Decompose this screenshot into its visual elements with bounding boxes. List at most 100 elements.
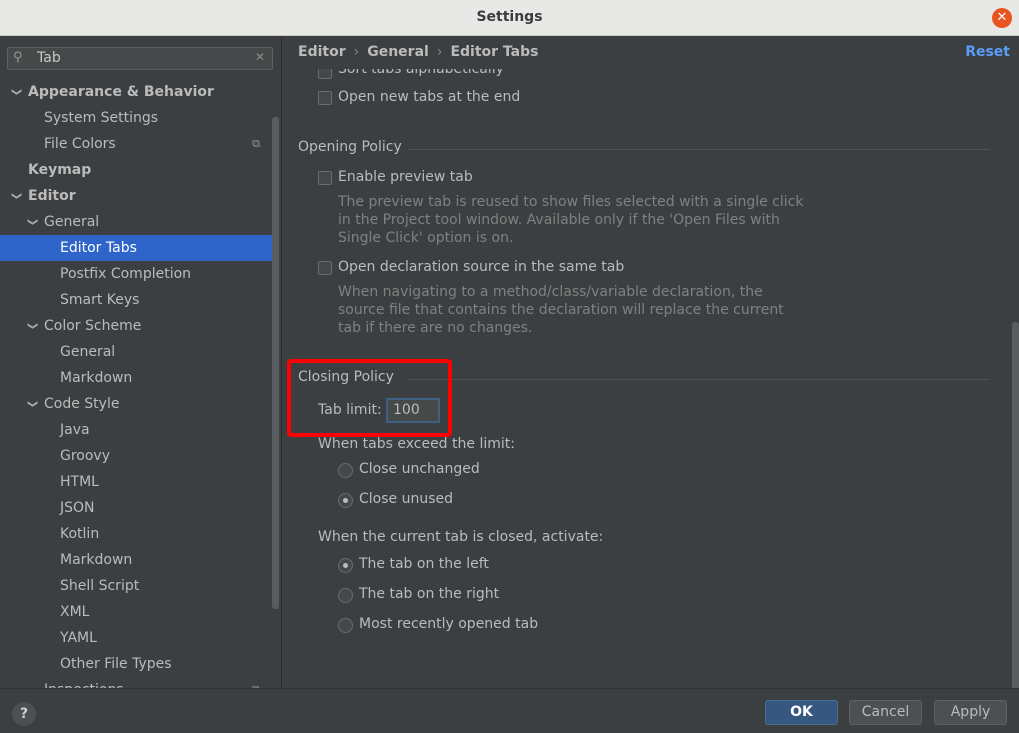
tree-item-smart-keys[interactable]: Smart Keys (0, 287, 272, 313)
activate-label: When the current tab is closed, activate… (318, 529, 604, 545)
tree-item-label: Editor Tabs (60, 240, 137, 256)
tree-item-other-file-types[interactable]: Other File Types (0, 651, 272, 677)
sidebar-scrollbar[interactable] (272, 117, 279, 609)
tree-item-groovy[interactable]: Groovy (0, 443, 272, 469)
enable-preview-tab-checkbox[interactable] (318, 171, 332, 185)
tree-item-label: Shell Script (60, 578, 140, 594)
tree-item-postfix-completion[interactable]: Postfix Completion (0, 261, 272, 287)
enable-preview-tab-label: Enable preview tab (338, 169, 473, 185)
tree-item-editor-tabs[interactable]: Editor Tabs (0, 235, 272, 261)
title-bar: Settings ✕ (0, 0, 1019, 36)
tree-item-code-style[interactable]: ❯ Code Style (0, 391, 272, 417)
tree-item-label: Appearance & Behavior (28, 84, 214, 100)
tree-item-label: XML (60, 604, 90, 620)
most-recent-tab-label: Most recently opened tab (359, 616, 539, 632)
chevron-down-icon[interactable]: ❯ (19, 400, 45, 408)
tree-item-appearance-behavior[interactable]: ❯ Appearance & Behavior (0, 79, 272, 105)
search-icon: ⚲ (13, 50, 23, 65)
breadcrumb-item[interactable]: Editor (298, 44, 346, 60)
tree-item-editor[interactable]: ❯ Editor (0, 183, 272, 209)
tree-item-label: Markdown (60, 370, 133, 386)
tree-item-color-scheme[interactable]: ❯ Color Scheme (0, 313, 272, 339)
closing-policy-highlight (287, 359, 452, 437)
tree-item-label: Java (60, 422, 90, 438)
tree-item-label: Inspections (44, 677, 124, 688)
tree-item-label: Smart Keys (60, 292, 140, 308)
chevron-down-icon[interactable]: ❯ (3, 192, 29, 200)
tree-item-label: Postfix Completion (60, 266, 192, 282)
tree-item-label: General (60, 344, 116, 360)
preview-tab-description: The preview tab is reused to show files … (338, 194, 804, 246)
cancel-button[interactable]: Cancel (849, 700, 922, 725)
breadcrumb-item[interactable]: General (367, 44, 429, 60)
close-unchanged-radio[interactable] (338, 463, 353, 478)
tree-item-xml[interactable]: XML (0, 599, 272, 625)
breadcrumb-separator: › (436, 44, 443, 60)
help-icon[interactable]: ? (12, 702, 36, 726)
tree-item-yaml[interactable]: YAML (0, 625, 272, 651)
sort-alphabetically-label: Sort tabs alphabetically (338, 69, 504, 77)
close-unused-radio[interactable] (338, 493, 353, 508)
clear-search-icon[interactable]: ✕ (255, 50, 265, 64)
opening-policy-divider (408, 149, 990, 150)
tree-item-label: Code Style (44, 396, 120, 412)
close-unused-label: Close unused (359, 491, 454, 507)
chevron-down-icon[interactable]: ❯ (3, 88, 29, 96)
exceed-limit-label: When tabs exceed the limit: (318, 436, 515, 452)
tree-item-java[interactable]: Java (0, 417, 272, 443)
opening-policy-title: Opening Policy (298, 139, 402, 155)
tab-on-left-label: The tab on the left (359, 556, 489, 572)
tree-item-kotlin[interactable]: Kotlin (0, 521, 272, 547)
chevron-down-icon[interactable]: ❯ (19, 322, 45, 330)
declaration-same-tab-checkbox[interactable] (318, 261, 332, 275)
copy-icon: ⧉ (252, 137, 260, 150)
tree-item-file-colors[interactable]: File Colors ⧉ (0, 131, 272, 157)
closing-policy-divider (408, 379, 990, 380)
tree-item-label: Other File Types (60, 656, 172, 672)
tab-on-right-label: The tab on the right (359, 586, 500, 602)
tree-item-label: Kotlin (60, 526, 100, 542)
tab-on-right-radio[interactable] (338, 588, 353, 603)
declaration-same-tab-label: Open declaration source in the same tab (338, 259, 625, 275)
tree-item-system-settings[interactable]: System Settings (0, 105, 272, 131)
tree-item-label: Editor (28, 188, 76, 204)
tree-item-general[interactable]: General (0, 339, 272, 365)
tree-item-label: System Settings (44, 110, 159, 126)
breadcrumb: Editor › General › Editor Tabs (298, 44, 538, 60)
tree-item-label: General (44, 214, 100, 230)
tree-item-label: JSON (60, 500, 95, 516)
ok-button[interactable]: OK (765, 700, 838, 725)
open-at-end-checkbox[interactable] (318, 91, 332, 105)
search-field[interactable]: ⚲ Tab ✕ (7, 47, 273, 70)
declaration-description: When navigating to a method/class/variab… (338, 284, 784, 336)
tree-item-inspections[interactable]: Inspections ⧉ (0, 677, 272, 688)
tree-item-markdown[interactable]: Markdown (0, 365, 272, 391)
search-input[interactable]: Tab (37, 50, 61, 66)
tree-item-label: Markdown (60, 552, 133, 568)
tree-item-label: HTML (60, 474, 99, 490)
breadcrumb-item: Editor Tabs (450, 44, 539, 60)
reset-link[interactable]: Reset (965, 44, 1010, 60)
tree-item-general[interactable]: ❯ General (0, 209, 272, 235)
tree-item-shell-script[interactable]: Shell Script (0, 573, 272, 599)
window-title: Settings (476, 9, 543, 25)
chevron-down-icon[interactable]: ❯ (19, 218, 45, 226)
tab-on-left-radio[interactable] (338, 558, 353, 573)
tree-item-html[interactable]: HTML (0, 469, 272, 495)
most-recent-tab-radio[interactable] (338, 618, 353, 633)
copy-icon: ⧉ (252, 677, 260, 688)
tree-item-label: Color Scheme (44, 318, 142, 334)
tree-item-json[interactable]: JSON (0, 495, 272, 521)
settings-tree: ❯ Appearance & Behavior System Settings Fil… (0, 79, 272, 688)
open-at-end-label: Open new tabs at the end (338, 89, 521, 105)
close-unchanged-label: Close unchanged (359, 461, 480, 477)
tree-item-markdown[interactable]: Markdown (0, 547, 272, 573)
close-icon[interactable]: ✕ (992, 8, 1012, 28)
breadcrumb-separator: › (353, 44, 360, 60)
tree-item-label: Groovy (60, 448, 110, 464)
content-scrollbar[interactable] (1012, 322, 1019, 688)
apply-button[interactable]: Apply (934, 700, 1007, 725)
tree-item-keymap[interactable]: Keymap (0, 157, 272, 183)
tree-item-label: File Colors (44, 136, 116, 152)
sort-alphabetically-checkbox[interactable] (318, 69, 332, 79)
